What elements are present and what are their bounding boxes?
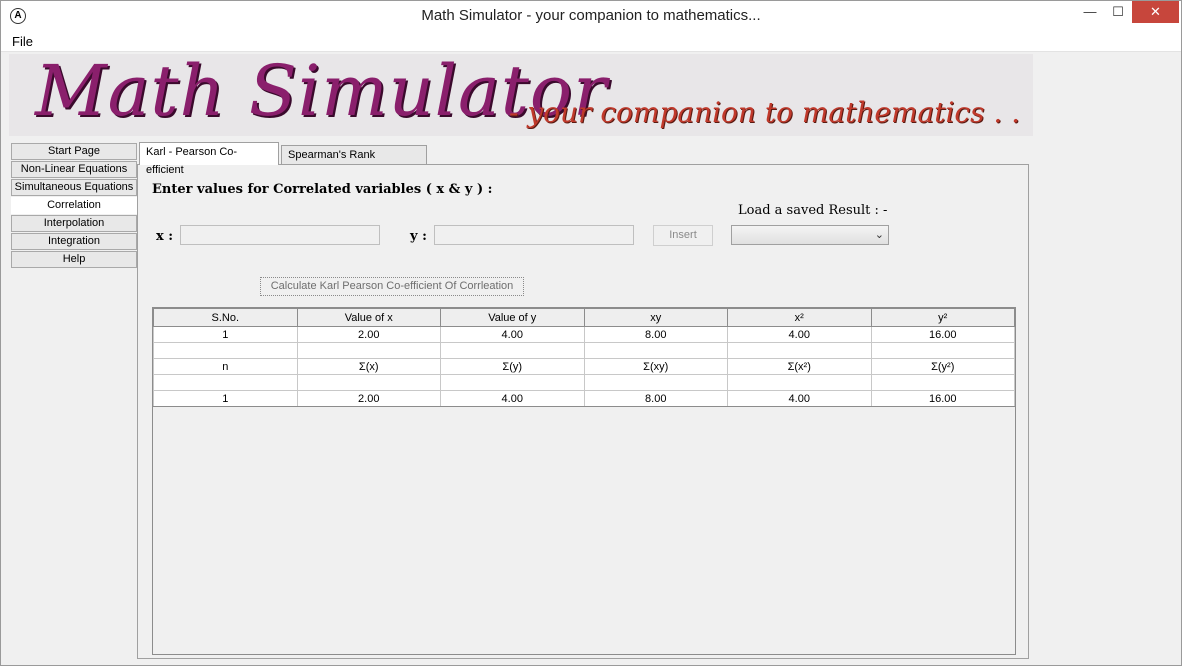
table-cell[interactable]: 1 [153, 390, 298, 407]
load-saved-result-label: Load a saved Result : - [738, 203, 888, 218]
column-header[interactable]: x² [727, 308, 872, 327]
table-row[interactable] [153, 342, 1015, 359]
table-cell[interactable]: Σ(y) [440, 358, 585, 375]
table-cell[interactable] [296, 374, 441, 391]
table-row[interactable]: n Σ(x) Σ(y) Σ(xy) Σ(x²) Σ(y²) [153, 358, 1015, 375]
table-cell[interactable] [296, 342, 441, 359]
sidebar-item-help[interactable]: Help [11, 251, 137, 268]
column-header[interactable]: S.No. [153, 308, 298, 327]
chevron-down-icon: ⌄ [874, 229, 884, 241]
sidebar-item-non-linear-equations[interactable]: Non-Linear Equations [11, 161, 137, 178]
table-cell[interactable]: 16.00 [870, 326, 1015, 343]
table-row[interactable]: 1 2.00 4.00 8.00 4.00 16.00 [153, 326, 1015, 343]
table-cell[interactable]: Σ(x) [296, 358, 441, 375]
column-header[interactable]: Value of x [296, 308, 441, 327]
table-cell[interactable]: 16.00 [870, 390, 1015, 407]
results-table-container[interactable]: S.No. Value of x Value of y xy x² y² 1 2… [152, 307, 1016, 655]
table-cell[interactable]: Σ(xy) [583, 358, 728, 375]
table-cell[interactable]: 1 [153, 326, 298, 343]
correlation-tabs: Karl - Pearson Co-efficient Spearman's R… [137, 142, 1029, 659]
main-content: Math Simulator - your companion to mathe… [9, 53, 1177, 659]
table-cell[interactable]: 4.00 [440, 326, 585, 343]
table-header-row: S.No. Value of x Value of y xy x² y² [153, 308, 1015, 327]
maximize-button[interactable]: ☐ [1105, 1, 1131, 23]
table-cell[interactable] [727, 342, 872, 359]
calculate-correlation-button[interactable]: Calculate Karl Pearson Co-efficient Of C… [260, 277, 524, 296]
table-cell[interactable] [440, 374, 585, 391]
x-input[interactable] [180, 225, 380, 245]
sidebar-item-interpolation[interactable]: Interpolation [11, 215, 137, 232]
y-input[interactable] [434, 225, 634, 245]
table-cell[interactable] [583, 374, 728, 391]
table-cell[interactable]: 2.00 [296, 326, 441, 343]
close-button[interactable]: ✕ [1132, 1, 1179, 23]
table-cell[interactable]: Σ(x²) [727, 358, 872, 375]
sidebar-item-integration[interactable]: Integration [11, 233, 137, 250]
tab-karl-pearson[interactable]: Karl - Pearson Co-efficient [139, 142, 279, 176]
tab-spearman-rank[interactable]: Spearman's Rank Correlation [281, 145, 427, 179]
table-cell[interactable] [870, 374, 1015, 391]
saved-result-select[interactable]: ⌄ [731, 225, 889, 245]
menu-file[interactable]: File [12, 34, 33, 49]
title-bar[interactable]: A Math Simulator - your companion to mat… [1, 1, 1181, 32]
sidebar: Start Page Non-Linear Equations Simultan… [11, 143, 137, 269]
table-cell[interactable]: Σ(y²) [870, 358, 1015, 375]
banner: Math Simulator - your companion to mathe… [9, 54, 1033, 136]
table-cell[interactable] [583, 342, 728, 359]
app-window: A Math Simulator - your companion to mat… [0, 0, 1182, 666]
table-row[interactable] [153, 374, 1015, 391]
table-cell[interactable] [153, 342, 298, 359]
table-cell[interactable] [727, 374, 872, 391]
minimize-button[interactable]: — [1077, 1, 1103, 23]
banner-subtitle: - your companion to mathematics . . . [509, 96, 1021, 136]
table-cell[interactable]: 4.00 [727, 390, 872, 407]
column-header[interactable]: xy [583, 308, 728, 327]
table-cell[interactable]: 2.00 [296, 390, 441, 407]
table-cell[interactable]: 4.00 [440, 390, 585, 407]
table-cell[interactable] [153, 374, 298, 391]
sidebar-item-correlation[interactable]: Correlation [11, 197, 137, 214]
menu-bar: File [1, 32, 1181, 52]
table-cell[interactable]: 4.00 [727, 326, 872, 343]
column-header[interactable]: Value of y [440, 308, 585, 327]
table-cell[interactable]: 8.00 [583, 390, 728, 407]
table-cell[interactable]: 8.00 [583, 326, 728, 343]
column-header[interactable]: y² [870, 308, 1015, 327]
y-label: y : [410, 229, 427, 244]
insert-button[interactable]: Insert [653, 225, 713, 246]
table-cell[interactable]: n [153, 358, 298, 375]
table-cell[interactable] [870, 342, 1015, 359]
sidebar-item-simultaneous-equations[interactable]: Simultaneous Equations [11, 179, 137, 196]
sidebar-item-start-page[interactable]: Start Page [11, 143, 137, 160]
x-label: x : [156, 229, 174, 244]
form-heading: Enter values for Correlated variables ( … [152, 182, 493, 197]
tab-panel-karl-pearson: Enter values for Correlated variables ( … [137, 164, 1029, 659]
table-cell[interactable] [440, 342, 585, 359]
window-title: Math Simulator - your companion to mathe… [421, 7, 761, 24]
table-row[interactable]: 1 2.00 4.00 8.00 4.00 16.00 [153, 390, 1015, 407]
results-table: S.No. Value of x Value of y xy x² y² 1 2… [153, 308, 1015, 407]
